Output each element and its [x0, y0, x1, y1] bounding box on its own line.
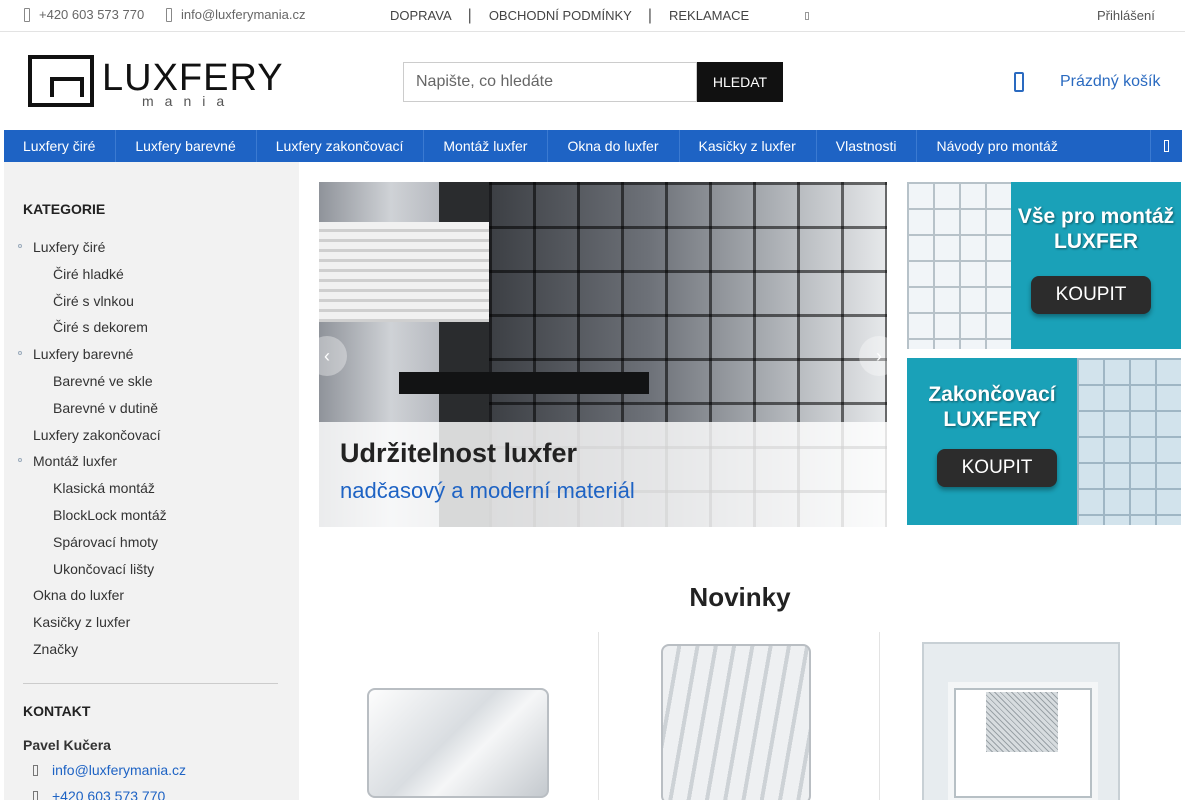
main-nav: Luxfery čiré Luxfery barevné Luxfery zak… [4, 130, 1182, 162]
product-card[interactable] [598, 632, 879, 800]
category-item[interactable]: Barevné v dutině [4, 399, 299, 426]
category-item[interactable]: Spárovací hmoty [4, 533, 299, 560]
product-card[interactable] [319, 632, 600, 800]
product-image[interactable] [922, 642, 1120, 800]
logo-mark-icon [28, 55, 94, 107]
top-nav-doprava[interactable]: DOPRAVA [390, 8, 452, 23]
category-item[interactable]: Čiré s dekorem [4, 318, 299, 345]
contact-phone[interactable]: +420 603 573 770 [23, 788, 165, 800]
cart-label[interactable]: Prázdný košík [1060, 73, 1160, 91]
site-logo[interactable]: LUXFERY mania [28, 53, 283, 109]
promo-banner-buy-button[interactable]: KOUPIT [937, 449, 1057, 487]
contact-email[interactable]: info@luxferymania.cz [23, 762, 186, 778]
bullet-icon [18, 458, 22, 463]
search-form: HLEDAT [403, 62, 783, 102]
bullet-icon [18, 244, 22, 248]
top-phone[interactable]: +420 603 573 770 [24, 7, 144, 22]
top-email-text[interactable]: info@luxferymania.cz [181, 7, 305, 22]
nav-more-icon [1164, 140, 1169, 152]
vent-mesh [986, 692, 1058, 752]
main-nav-item-montaz-luxfer[interactable]: Montáž luxfer [424, 130, 549, 162]
top-bar: +420 603 573 770 info@luxferymania.cz DO… [0, 0, 1185, 32]
phone-icon [24, 7, 30, 22]
contact-title: KONTAKT [23, 703, 91, 719]
category-item[interactable]: Okna do luxfer [4, 586, 299, 613]
login-link[interactable]: Přihlášení [1097, 8, 1155, 23]
category-item[interactable]: Luxfery čiré [4, 238, 299, 265]
cart-icon[interactable] [1014, 72, 1024, 92]
category-item[interactable]: Ukončovací lišty [4, 560, 299, 587]
slide-image-sink [399, 372, 649, 394]
mail-icon [33, 764, 38, 776]
cart[interactable]: Prázdný košík [1014, 72, 1160, 92]
promo-banner-montaz[interactable]: Vše pro montáž LUXFER KOUPIT [907, 182, 1181, 349]
category-item[interactable]: Čiré hladké [4, 265, 299, 292]
nav-more-button[interactable] [1150, 130, 1182, 162]
contact-name: Pavel Kučera [23, 737, 111, 753]
main-nav-item-vlastnosti[interactable]: Vlastnosti [817, 130, 918, 162]
promo-banner-headline: Vše pro montáž LUXFER [1017, 205, 1175, 253]
promo-banner-buy-button[interactable]: KOUPIT [1031, 276, 1151, 314]
category-list: Luxfery čiré Čiré hladké Čiré s vlnkou Č… [4, 238, 299, 667]
category-item[interactable]: Kasičky z luxfer [4, 613, 299, 640]
bullet-icon [18, 351, 22, 356]
sidebar: KATEGORIE Luxfery čiré Čiré hladké Čiré … [4, 162, 299, 800]
search-input[interactable] [403, 62, 697, 102]
product-image[interactable] [367, 688, 549, 798]
slide-image-blinds [319, 222, 489, 322]
hero-slider[interactable]: Udržitelnost luxfer nadčasový a moderní … [319, 182, 887, 527]
mail-icon [166, 7, 172, 22]
contact-email-link[interactable]: info@luxferymania.cz [52, 762, 186, 778]
language-flag-icon[interactable] [805, 12, 809, 20]
glass-blocks-image [907, 182, 1011, 349]
top-phone-text[interactable]: +420 603 573 770 [39, 7, 144, 22]
contact-phone-link[interactable]: +420 603 573 770 [52, 788, 165, 800]
slide-subtitle: nadčasový a moderní materiál [340, 478, 635, 503]
top-nav-separator: | [467, 6, 472, 24]
phone-icon [33, 790, 38, 800]
top-nav-separator: | [647, 6, 652, 24]
glass-blocks-image [1077, 358, 1181, 525]
category-item[interactable]: Čiré s vlnkou [4, 292, 299, 319]
main-nav-item-luxfery-barevne[interactable]: Luxfery barevné [116, 130, 257, 162]
category-item[interactable]: Značky [4, 640, 299, 667]
top-nav-reklamace[interactable]: REKLAMACE [669, 8, 749, 23]
categories-title: KATEGORIE [23, 201, 106, 217]
news-title: Novinky [689, 582, 791, 612]
main-nav-item-luxfery-cire[interactable]: Luxfery čiré [4, 130, 117, 162]
top-nav: DOPRAVA | OBCHODNÍ PODMÍNKY | REKLAMACE [390, 6, 749, 24]
main-nav-item-okna-do-luxfer[interactable]: Okna do luxfer [548, 130, 680, 162]
sidebar-divider [23, 683, 278, 684]
logo-subtitle: mania [142, 93, 236, 109]
product-card[interactable] [879, 632, 1160, 800]
main-nav-item-kasicky-z-luxfer[interactable]: Kasičky z luxfer [680, 130, 817, 162]
category-item[interactable]: Luxfery barevné [4, 345, 299, 372]
category-item[interactable]: Luxfery zakončovací [4, 426, 299, 453]
category-item[interactable]: BlockLock montáž [4, 506, 299, 533]
promo-banner-zakoncovaci[interactable]: Zakončovací LUXFERY KOUPIT [907, 358, 1181, 525]
category-item[interactable]: Montáž luxfer [4, 452, 299, 479]
main-nav-item-luxfery-zakoncovaci[interactable]: Luxfery zakončovací [257, 130, 425, 162]
promo-banner-headline: Zakončovací LUXFERY [928, 383, 1056, 431]
main-nav-item-navody-pro-montaz[interactable]: Návody pro montáž [917, 130, 1077, 162]
search-button[interactable]: HLEDAT [697, 62, 783, 102]
slide-caption: Udržitelnost luxfer nadčasový a moderní … [319, 422, 887, 527]
product-image[interactable] [661, 644, 811, 800]
category-item[interactable]: Barevné ve skle [4, 372, 299, 399]
top-email[interactable]: info@luxferymania.cz [166, 7, 305, 22]
top-nav-obchodni-podminky[interactable]: OBCHODNÍ PODMÍNKY [489, 8, 632, 23]
slide-title: Udržitelnost luxfer [340, 438, 578, 468]
category-item[interactable]: Klasická montáž [4, 479, 299, 506]
